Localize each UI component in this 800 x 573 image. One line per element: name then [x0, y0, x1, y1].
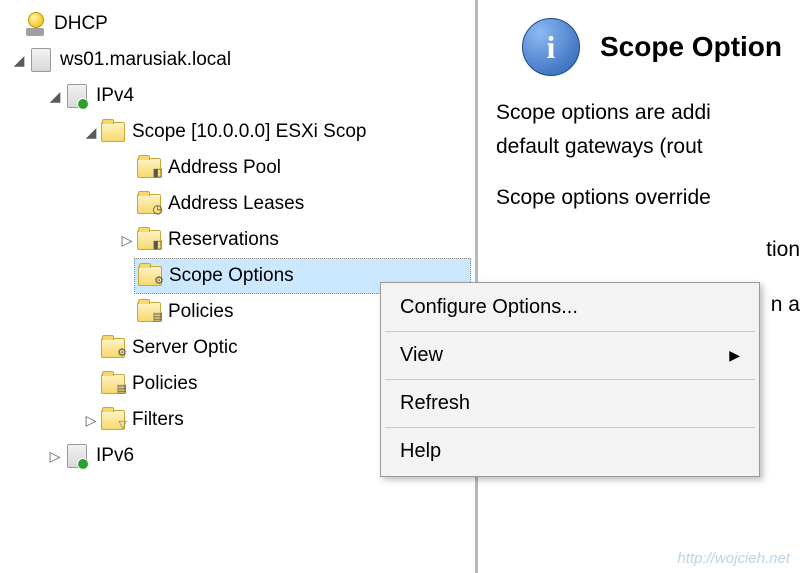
- node-label: IPv4: [96, 85, 134, 107]
- node-label: Address Leases: [168, 193, 304, 215]
- expand-arrow[interactable]: ▷: [46, 448, 64, 465]
- details-text: Scope options override: [496, 186, 711, 209]
- expand-arrow[interactable]: ▷: [82, 412, 100, 429]
- menu-refresh[interactable]: Refresh: [384, 382, 756, 425]
- node-label: Policies: [168, 301, 233, 323]
- menu-separator: [385, 331, 755, 332]
- tree-root-dhcp[interactable]: DHCP: [4, 6, 471, 42]
- folder-server-options-icon: [100, 335, 126, 361]
- details-text: n a: [771, 293, 800, 316]
- submenu-arrow-icon: ▶: [729, 347, 740, 364]
- menu-view[interactable]: View ▶: [384, 334, 756, 377]
- details-text: Scope options are addi: [496, 101, 711, 124]
- menu-separator: [385, 379, 755, 380]
- details-text: default gateways (rout: [496, 135, 703, 158]
- server-ok-icon: [64, 83, 90, 109]
- tree-node-address-leases[interactable]: Address Leases: [4, 186, 471, 222]
- expand-arrow[interactable]: ▷: [118, 232, 136, 249]
- server-ok-icon: [64, 443, 90, 469]
- info-icon: i: [522, 18, 580, 76]
- folder-filters-icon: [100, 407, 126, 433]
- folder-icon: [100, 119, 126, 145]
- details-text: tion: [766, 238, 800, 261]
- folder-pool-icon: [136, 155, 162, 181]
- folder-options-icon: [137, 263, 163, 289]
- menu-separator: [385, 427, 755, 428]
- node-label: Filters: [132, 409, 184, 431]
- node-label: Server Optic: [132, 337, 238, 359]
- tree-node-ipv4[interactable]: ◢ IPv4: [4, 78, 471, 114]
- menu-label: Help: [400, 440, 441, 463]
- menu-configure-options[interactable]: Configure Options...: [384, 286, 756, 329]
- details-title: Scope Option: [600, 31, 782, 63]
- server-icon: [28, 47, 54, 73]
- tree-node-reservations[interactable]: ▷ Reservations: [4, 222, 471, 258]
- tree-node-scope[interactable]: ◢ Scope [10.0.0.0] ESXi Scop: [4, 114, 471, 150]
- menu-label: Configure Options...: [400, 296, 578, 319]
- folder-leases-icon: [136, 191, 162, 217]
- tree-node-server[interactable]: ◢ ws01.marusiak.local: [4, 42, 471, 78]
- context-menu: Configure Options... View ▶ Refresh Help: [380, 282, 760, 477]
- node-label: Policies: [132, 373, 197, 395]
- collapse-arrow[interactable]: ◢: [10, 52, 28, 69]
- node-label: Scope Options: [169, 265, 294, 287]
- menu-label: Refresh: [400, 392, 470, 415]
- folder-reservations-icon: [136, 227, 162, 253]
- collapse-arrow[interactable]: ◢: [46, 88, 64, 105]
- node-label: DHCP: [54, 13, 108, 35]
- tree-node-address-pool[interactable]: Address Pool: [4, 150, 471, 186]
- node-label: Scope [10.0.0.0] ESXi Scop: [132, 121, 367, 143]
- node-label: Address Pool: [168, 157, 281, 179]
- menu-help[interactable]: Help: [384, 430, 756, 473]
- collapse-arrow[interactable]: ◢: [82, 124, 100, 141]
- node-label: Reservations: [168, 229, 279, 251]
- node-label: IPv6: [96, 445, 134, 467]
- menu-label: View: [400, 344, 443, 367]
- watermark: http://wojcieh.net: [677, 550, 790, 567]
- folder-policies-icon: [136, 299, 162, 325]
- node-label: ws01.marusiak.local: [60, 49, 231, 71]
- folder-policies-icon: [100, 371, 126, 397]
- dhcp-icon: [22, 11, 48, 37]
